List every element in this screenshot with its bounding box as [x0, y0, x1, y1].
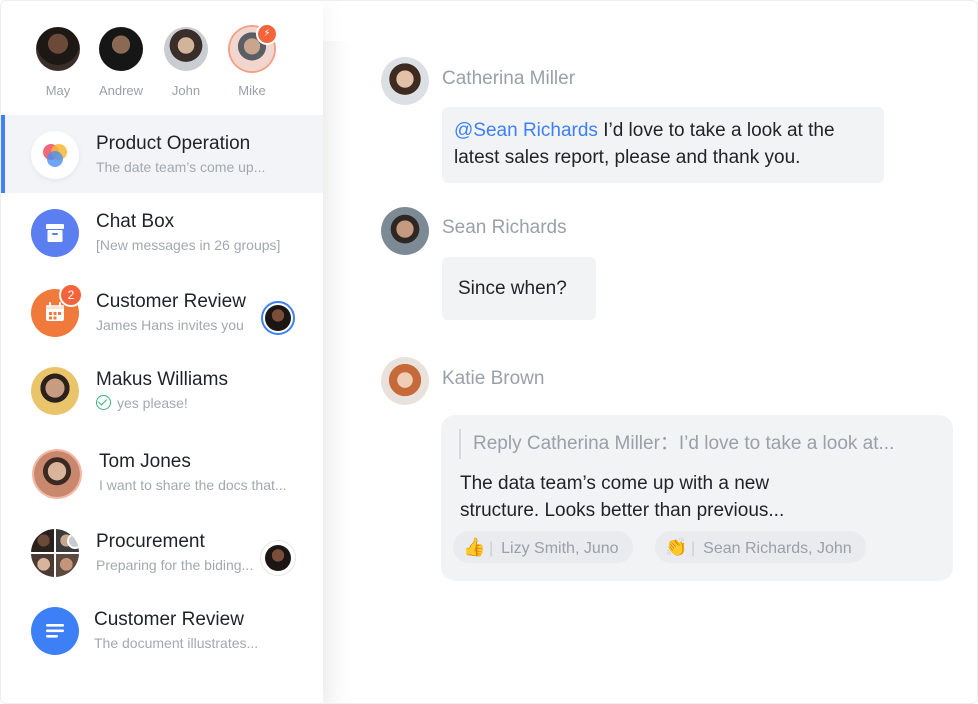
sidebar-shadow [323, 41, 353, 703]
inviter-avatar [261, 301, 295, 335]
sender-avatar[interactable] [381, 207, 429, 255]
message-text: I’d love to take a look at the [597, 120, 835, 141]
conversation-title: Customer Review [96, 291, 246, 312]
conversation-title: Makus Williams [96, 369, 228, 390]
message-line: @Sean Richards I’d love to take a look a… [454, 117, 835, 144]
conversation-title: Customer Review [94, 609, 244, 630]
conversation-preview: yes please! [96, 395, 301, 411]
message-text: latest sales report, please and thank yo… [454, 147, 801, 168]
conversation-item-tom-jones[interactable]: Tom Jones I want to share the docs that.… [1, 433, 323, 511]
reaction-people: Sean Richards, John [703, 540, 852, 557]
recent-contacts-row: May Andrew John ⚡ Mike [1, 1, 323, 111]
sender-name: Catherina Miller [442, 68, 576, 89]
avatar: ⚡ [230, 23, 278, 71]
reaction-chip-clapping[interactable]: 👏 | Sean Richards, John [655, 531, 866, 563]
lightning-icon: ⚡ [256, 23, 278, 45]
message-bubble[interactable]: Since when? [442, 257, 596, 320]
conversation-preview: The date team’s come up... [96, 159, 266, 175]
conversation-preview: [New messages in 26 groups] [96, 237, 281, 253]
message-text: The data team’s come up with a new [460, 473, 770, 494]
message-bubble[interactable]: @Sean Richards I’d love to take a look a… [442, 107, 884, 183]
sender-avatar[interactable] [381, 57, 429, 105]
contact-name: May [45, 83, 71, 98]
sender-avatar[interactable] [381, 357, 429, 405]
avatar [31, 367, 79, 415]
conversation-preview: James Hans invites you [96, 317, 244, 333]
sidebar: May Andrew John ⚡ Mike Product Operation… [1, 1, 323, 703]
color-circles-icon [31, 131, 79, 179]
calendar-icon: 2 [31, 283, 83, 337]
contact-name: Mike [238, 83, 266, 98]
avatar [36, 27, 80, 71]
contact-john[interactable]: John [151, 27, 221, 98]
conversation-item-chat-box[interactable]: Chat Box [New messages in 26 groups] [1, 193, 323, 271]
conversation-item-procurement[interactable]: Procurement Preparing for the biding... [1, 513, 323, 591]
conversation-item-customer-review-docs[interactable]: Customer Review The document illustrates… [1, 591, 323, 669]
conversation-item-makus-williams[interactable]: Makus Williams yes please! [1, 351, 323, 429]
preview-text: yes please! [117, 395, 188, 411]
message-text: Since when? [458, 278, 567, 299]
archive-box-icon [31, 209, 79, 257]
thumbs-up-icon: 👍 [463, 537, 486, 557]
conversation-title: Procurement [96, 531, 205, 552]
contact-name: John [171, 83, 201, 98]
check-circle-icon [96, 395, 111, 410]
conversation-title: Tom Jones [99, 451, 191, 472]
unread-count-badge: 2 [59, 283, 83, 307]
conversation-item-product-operation[interactable]: Product Operation The date team’s come u… [1, 115, 323, 193]
conversation-title: Product Operation [96, 133, 251, 154]
conversation-preview: The document illustrates... [94, 635, 259, 651]
mention-link[interactable]: @Sean Richards [454, 120, 598, 141]
conversation-item-customer-review[interactable]: 2 Customer Review James Hans invites you [1, 273, 323, 351]
messenger-window: May Andrew John ⚡ Mike Product Operation… [0, 0, 978, 704]
avatar [164, 27, 208, 71]
message-text: structure. Looks better than previous... [460, 500, 785, 521]
conversation-preview: I want to share the docs that... [99, 477, 287, 493]
contact-andrew[interactable]: Andrew [86, 27, 156, 98]
sender-name: Katie Brown [442, 368, 545, 389]
reaction-people: Lizy Smith, Juno [501, 540, 619, 557]
contact-mike[interactable]: ⚡ Mike [217, 23, 287, 98]
document-lines-icon [31, 607, 79, 655]
avatar [34, 451, 80, 497]
group-avatar [31, 529, 79, 577]
conversation-preview: Preparing for the biding... [96, 557, 254, 573]
chat-panel: Catherina Miller @Sean Richards I’d love… [323, 1, 977, 703]
participant-avatar [261, 541, 295, 575]
reaction-chip-thumbs-up[interactable]: 👍 | Lizy Smith, Juno [453, 531, 633, 563]
reply-quote[interactable]: Reply Catherina Miller：I’d love to take … [459, 429, 943, 459]
sender-name: Sean Richards [442, 217, 567, 238]
message-bubble[interactable]: Reply Catherina Miller：I’d love to take … [441, 415, 953, 581]
contact-name: Andrew [98, 83, 144, 98]
clapping-hands-icon: 👏 [665, 537, 688, 557]
contact-may[interactable]: May [23, 27, 93, 98]
avatar [99, 27, 143, 71]
conversation-title: Chat Box [96, 211, 175, 232]
